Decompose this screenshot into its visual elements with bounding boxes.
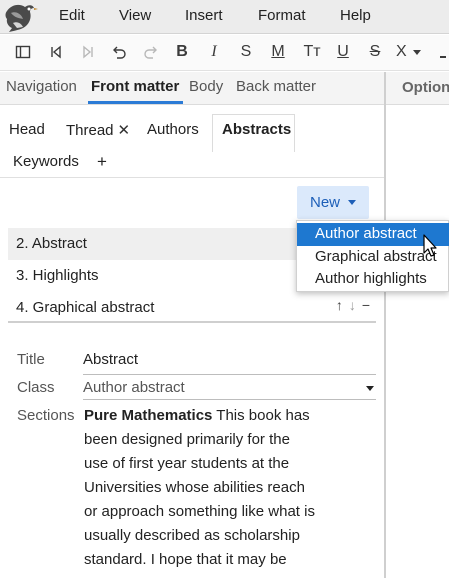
subtab-authors[interactable]: Authors (147, 121, 199, 138)
title-underline (83, 374, 376, 375)
list-item-label: 4. Graphical abstract (16, 299, 155, 316)
chevron-down-icon (348, 200, 356, 205)
remove-icon[interactable]: − (362, 297, 370, 313)
subtab-thread[interactable]: Thread ✕ (66, 121, 130, 139)
chevron-down-icon (412, 49, 421, 55)
list-item[interactable]: 4. Graphical abstract ↑ ↓ − (8, 292, 376, 324)
menu-item-author-highlights[interactable]: Author highlights (297, 268, 449, 291)
subtab-thread-label: Thread (66, 122, 114, 139)
sub-tabs: Head Thread ✕ Authors Abstracts Keywords … (0, 106, 384, 178)
subtab-abstracts[interactable]: Abstracts (222, 121, 291, 138)
clear-format-icon[interactable]: X (396, 41, 428, 63)
move-up-icon[interactable]: ↑ (336, 297, 343, 313)
list-item-label: 2. Abstract (16, 235, 87, 252)
row-actions: ↑ ↓ − (336, 297, 370, 313)
sections-editor[interactable]: Pure Mathematics This book has been desi… (84, 404, 316, 572)
last-icon[interactable] (77, 41, 99, 63)
menu-edit[interactable]: Edit (59, 7, 85, 24)
divider (8, 321, 376, 323)
tab-options[interactable]: Option (402, 79, 449, 96)
more-icon[interactable] (438, 41, 448, 63)
active-tab-indicator (88, 101, 183, 104)
title-label: Title (17, 351, 45, 368)
clear-format-label: X (396, 43, 407, 60)
title-field[interactable]: Abstract (83, 351, 138, 368)
move-down-icon[interactable]: ↓ (349, 297, 356, 313)
close-icon[interactable]: ✕ (118, 122, 131, 139)
italic-icon[interactable]: I (203, 41, 225, 63)
new-button[interactable]: New (297, 186, 369, 219)
text-size-icon[interactable]: Tт (299, 41, 325, 63)
tab-back-matter[interactable]: Back matter (236, 78, 316, 95)
monospace-icon[interactable]: M (267, 41, 289, 63)
strikethrough-icon[interactable]: S (235, 41, 257, 63)
underline-icon[interactable]: U (332, 41, 354, 63)
sections-bold-text: Pure Mathematics (84, 407, 213, 424)
tab-navigation[interactable]: Navigation (6, 78, 77, 95)
bold-icon[interactable]: B (171, 41, 193, 63)
new-button-label: New (309, 194, 340, 211)
bird-logo-icon (5, 4, 38, 32)
strike-alt-icon[interactable]: S (364, 41, 386, 63)
chevron-down-icon[interactable] (366, 386, 374, 391)
tab-body[interactable]: Body (189, 78, 223, 95)
class-underline (83, 399, 376, 400)
class-select[interactable]: Author abstract (83, 379, 185, 396)
undo-icon[interactable] (108, 41, 130, 63)
class-label: Class (17, 379, 55, 396)
sidebar-toggle-icon[interactable] (12, 41, 34, 63)
menu-view[interactable]: View (119, 7, 151, 24)
toolbar: B I S M Tт U S X (0, 35, 449, 71)
redo-icon[interactable] (140, 41, 162, 63)
subtab-keywords[interactable]: Keywords (13, 153, 79, 170)
first-icon[interactable] (45, 41, 67, 63)
menu-format[interactable]: Format (258, 7, 306, 24)
menu-insert[interactable]: Insert (185, 7, 223, 24)
add-tab-icon[interactable]: + (97, 152, 107, 172)
mouse-cursor-icon (423, 234, 437, 257)
menu-bar: Edit View Insert Format Help (0, 0, 449, 34)
menu-help[interactable]: Help (340, 7, 371, 24)
sections-body-text: This book has been designed primarily fo… (84, 407, 315, 568)
options-panel-header: Option (386, 72, 449, 105)
tab-front-matter[interactable]: Front matter (91, 78, 179, 95)
sections-label: Sections (17, 407, 75, 424)
subtab-head[interactable]: Head (9, 121, 45, 138)
panel-divider[interactable] (384, 72, 386, 578)
top-tabs: Navigation Front matter Body Back matter (0, 72, 384, 105)
list-item-label: 3. Highlights (16, 267, 99, 284)
